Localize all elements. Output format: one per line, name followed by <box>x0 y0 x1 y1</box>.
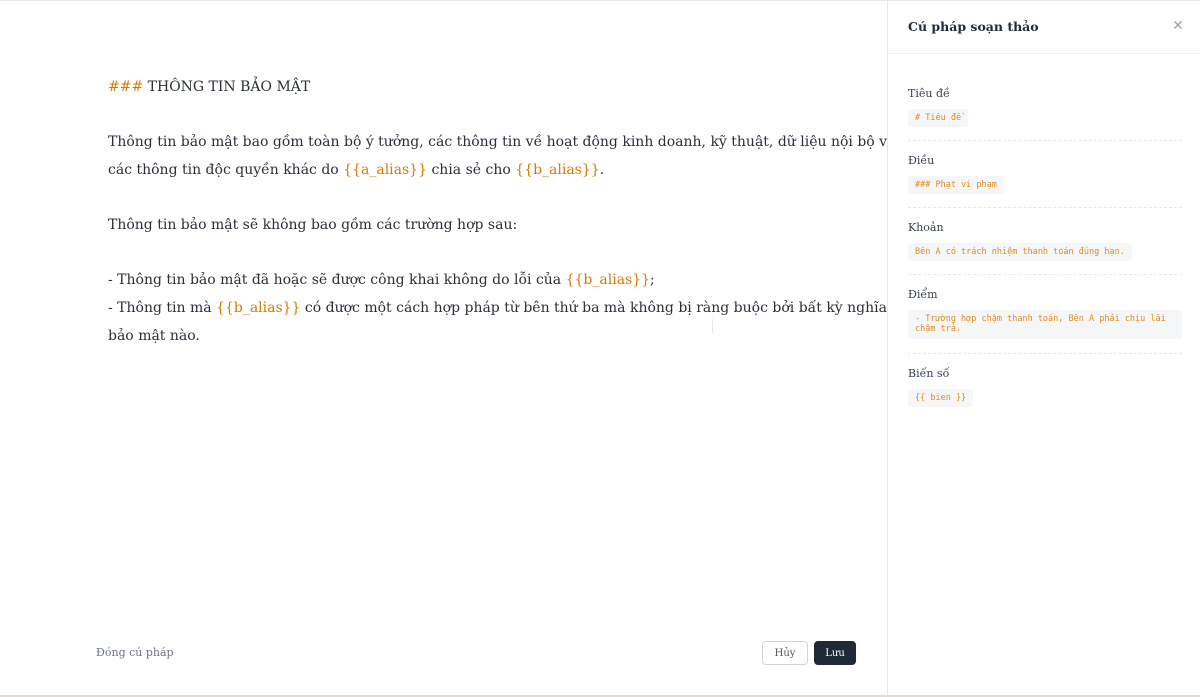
syntax-panel: Cú pháp soạn thảo ✕ Tiêu đề # Tiêu đề Đi… <box>887 1 1200 695</box>
section-divider <box>908 274 1182 275</box>
section-label: Tiêu đề <box>908 87 950 100</box>
panel-title: Cú pháp soạn thảo <box>908 19 1039 34</box>
code-example: # Tiêu đề <box>908 109 969 127</box>
save-button[interactable]: Lưu <box>814 641 856 665</box>
paragraph-line: Thông tin bảo mật bao gồm toàn bộ ý tưởn… <box>108 128 895 156</box>
syntax-section-variable: Biến số {{ bien }} <box>908 367 1182 407</box>
section-label: Điều <box>908 154 935 167</box>
variable-token: {{a_alias}} <box>343 162 427 178</box>
heading-line: ### THÔNG TIN BẢO MẬT <box>108 73 838 101</box>
editor-content[interactable]: ### THÔNG TIN BẢO MẬT Thông tin bảo mật … <box>108 73 908 350</box>
paragraph-text: Thông tin bảo mật bao gồm toàn bộ ý tưởn… <box>108 134 896 150</box>
editor-area[interactable]: ### THÔNG TIN BẢO MẬT Thông tin bảo mật … <box>0 1 908 695</box>
bullet-line: bảo mật nào. <box>108 322 838 350</box>
section-divider <box>908 140 1182 141</box>
text-cursor <box>712 319 713 333</box>
section-label: Khoản <box>908 221 944 234</box>
section-divider <box>908 353 1182 354</box>
bullet-line: - Thông tin bảo mật đã hoặc sẽ được công… <box>108 266 838 294</box>
code-example: ### Phạt vi phạm <box>908 176 1004 194</box>
code-example: - Trường hợp chậm thanh toán, Bên A phải… <box>908 310 1182 339</box>
heading-marker: ### <box>108 79 144 95</box>
cancel-button[interactable]: Hủy <box>762 641 808 665</box>
bullet-text: - Thông tin mà <box>108 300 217 316</box>
close-icon[interactable]: ✕ <box>1171 18 1185 34</box>
variable-token: {{b_alias}} <box>515 162 600 178</box>
syntax-section-clause: Khoản Bên A có trách nhiệm thanh toán đú… <box>908 221 1182 261</box>
close-syntax-link[interactable]: Đóng cú pháp <box>96 646 174 659</box>
code-example: Bên A có trách nhiệm thanh toán đúng hạn… <box>908 243 1132 261</box>
paragraph-text: . <box>599 162 605 178</box>
paragraph-line: Thông tin bảo mật sẽ không bao gồm các t… <box>108 211 838 239</box>
paragraph-line: các thông tin độc quyền khác do {{a_alia… <box>108 156 838 184</box>
paragraph-text: chia sẻ cho <box>427 162 516 178</box>
bullet-text: bảo mật nào. <box>108 328 200 344</box>
bullet-text: có được một cách hợp pháp từ bên thứ ba … <box>300 300 909 316</box>
variable-token: {{b_alias}} <box>565 272 651 288</box>
paragraph-text: các thông tin độc quyền khác do <box>108 162 344 178</box>
paragraph-text: Thông tin bảo mật sẽ không bao gồm các t… <box>108 217 518 233</box>
heading-text: THÔNG TIN BẢO MẬT <box>143 79 311 95</box>
bullet-text: - Thông tin bảo mật đã hoặc sẽ được công… <box>108 272 566 288</box>
syntax-section-point: Điểm - Trường hợp chậm thanh toán, Bên A… <box>908 288 1182 339</box>
bullet-text: ; <box>650 272 655 288</box>
syntax-section-article: Điều ### Phạt vi phạm <box>908 154 1182 194</box>
variable-token: {{b_alias}} <box>216 300 301 316</box>
section-label: Điểm <box>908 288 938 301</box>
section-label: Biến số <box>908 367 950 380</box>
bullet-line: - Thông tin mà {{b_alias}} có được một c… <box>108 294 908 322</box>
panel-header: Cú pháp soạn thảo ✕ <box>888 1 1200 54</box>
syntax-section-title: Tiêu đề # Tiêu đề <box>908 87 1182 127</box>
code-example: {{ bien }} <box>908 389 974 407</box>
section-divider <box>908 207 1182 208</box>
